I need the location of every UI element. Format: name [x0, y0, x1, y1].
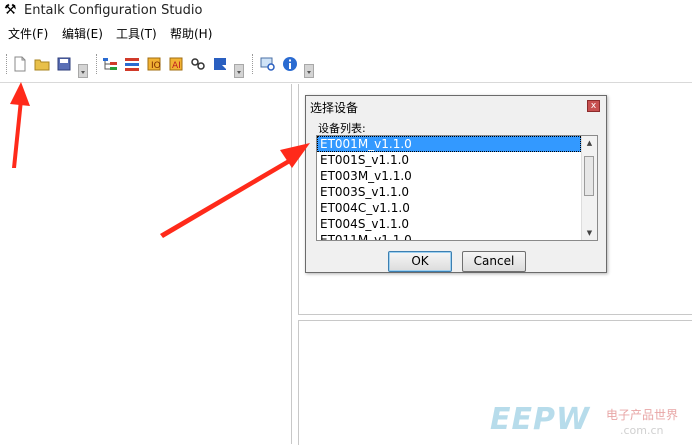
arrow-to-new-file	[10, 82, 30, 168]
watermark-logo: EEPW	[490, 402, 591, 437]
watermark-tagline: 电子产品世界	[606, 408, 679, 422]
eepw-watermark: EEPW 电子产品世界 .com.cn	[490, 402, 692, 444]
watermark-url: .com.cn	[620, 424, 664, 437]
annotation-arrows	[10, 82, 310, 238]
arrow-to-device-list	[160, 143, 310, 238]
